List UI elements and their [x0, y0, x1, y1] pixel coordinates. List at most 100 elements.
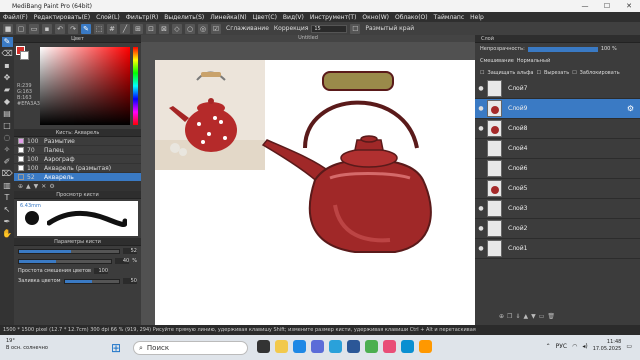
menu-help[interactable]: Help: [467, 14, 487, 21]
tray-overflow-icon[interactable]: ⌃: [546, 343, 551, 350]
minimize-button[interactable]: —: [574, 0, 596, 12]
move-down-icon[interactable]: ▼: [34, 183, 39, 190]
layer-row[interactable]: Слой5: [475, 179, 640, 199]
photos-icon[interactable]: [401, 340, 414, 353]
redo-icon[interactable]: ↷: [68, 23, 78, 34]
eraser-tool-icon[interactable]: ⌫: [2, 49, 13, 59]
menu-color[interactable]: Цвет(C): [250, 14, 280, 21]
lock-checkbox[interactable]: ☐: [572, 70, 576, 76]
text-tool-icon[interactable]: T: [2, 193, 13, 203]
layer-row[interactable]: ● Слой1: [475, 239, 640, 259]
layer-row[interactable]: ● Слой3: [475, 199, 640, 219]
brush-mode-icon[interactable]: ✎: [81, 23, 91, 34]
new-file-icon[interactable]: ▢: [16, 23, 26, 34]
visibility-eye-icon[interactable]: ●: [475, 105, 487, 112]
protect-alpha-checkbox[interactable]: ☐: [480, 70, 484, 76]
ruler-icon[interactable]: ╱: [120, 23, 130, 34]
brush-item[interactable]: 100 Размытие: [14, 137, 141, 146]
edge-browser-icon[interactable]: [293, 340, 306, 353]
correction-select[interactable]: 15: [311, 24, 348, 33]
select-mode-icon[interactable]: ⬚: [94, 23, 104, 34]
brush-size-value[interactable]: 52: [123, 248, 137, 254]
menu-view[interactable]: Вид(V): [280, 14, 307, 21]
menu-file[interactable]: Файл(F): [0, 14, 31, 21]
visibility-eye-icon[interactable]: ●: [475, 205, 487, 212]
undo-icon[interactable]: ↶: [55, 23, 65, 34]
menu-layer[interactable]: Слой(L): [93, 14, 123, 21]
layer-down-icon[interactable]: ▼: [531, 313, 536, 320]
divide-tool-icon[interactable]: ▥: [2, 181, 13, 191]
maximize-button[interactable]: ☐: [596, 0, 618, 12]
hand-tool-icon[interactable]: ✋: [2, 229, 13, 239]
layer-settings-gear-icon[interactable]: ⚙: [627, 104, 634, 113]
language-indicator[interactable]: РУС: [556, 343, 567, 350]
smoothing-check-icon[interactable]: ☑: [211, 23, 221, 34]
layer-up-icon[interactable]: ▲: [523, 313, 528, 320]
menu-timelapse[interactable]: Таймлапс: [431, 14, 468, 21]
brush-opacity-slider[interactable]: [18, 258, 113, 264]
menu-cloud[interactable]: Облако(O): [392, 14, 431, 21]
select-pen-icon[interactable]: ✐: [2, 157, 13, 167]
hue-slider[interactable]: [133, 47, 138, 125]
brush-item[interactable]: 100 Аэрограф: [14, 155, 141, 164]
menu-ruler[interactable]: Линейка(N): [207, 14, 249, 21]
notification-icon[interactable]: ▭: [626, 343, 632, 350]
bucket-tool-icon[interactable]: ◆: [2, 97, 13, 107]
grid-icon[interactable]: #: [107, 23, 117, 34]
media-player-icon[interactable]: [419, 340, 432, 353]
dot-tool-icon[interactable]: ▪: [2, 61, 13, 71]
circle-snap-icon[interactable]: ○: [185, 23, 195, 34]
menu-tool[interactable]: Инструмент(T): [307, 14, 360, 21]
fill-slider[interactable]: [63, 278, 120, 284]
brush-size-slider[interactable]: [18, 248, 120, 254]
layer-row[interactable]: ● Слой8: [475, 119, 640, 139]
curve-snap-icon[interactable]: ◎: [198, 23, 208, 34]
brush-item-selected[interactable]: 52 Акварель: [14, 173, 141, 182]
perspective-icon[interactable]: ◇: [172, 23, 182, 34]
symmetry-icon[interactable]: ⊞: [133, 23, 143, 34]
blend-select[interactable]: Нормальный: [517, 58, 550, 64]
layer-row[interactable]: Слой4: [475, 139, 640, 159]
brush-tool-icon[interactable]: ✎: [1, 37, 13, 47]
brush-item[interactable]: 70 Палец: [14, 146, 141, 155]
brush-settings-icon[interactable]: ⚙: [49, 183, 54, 190]
layer-row-selected[interactable]: ● Слой9 ⚙: [475, 99, 640, 119]
magic-wand-icon[interactable]: ✧: [2, 145, 13, 155]
visibility-eye-icon[interactable]: ●: [475, 245, 487, 252]
menu-window[interactable]: Окно(W): [359, 14, 392, 21]
fill-value[interactable]: 50: [123, 278, 137, 284]
layer-folder-icon[interactable]: ▭: [539, 313, 545, 320]
move-up-icon[interactable]: ▲: [26, 183, 31, 190]
merge-layer-icon[interactable]: ⇓: [515, 313, 520, 320]
operation-tool-icon[interactable]: ↖: [2, 205, 13, 215]
menu-edit[interactable]: Редактировать(E): [31, 14, 93, 21]
start-button-icon[interactable]: ⊞: [111, 341, 121, 355]
mixing-value[interactable]: 100: [94, 268, 108, 274]
gradient-tool-icon[interactable]: ▤: [2, 109, 13, 119]
menu-select[interactable]: Выделить(S): [161, 14, 207, 21]
save-icon[interactable]: ▪: [42, 23, 52, 34]
open-folder-icon[interactable]: ▭: [29, 23, 39, 34]
drawing-canvas[interactable]: [155, 60, 475, 325]
visibility-eye-icon[interactable]: ●: [475, 85, 487, 92]
close-button[interactable]: ✕: [618, 0, 640, 12]
blur-edge-check-icon[interactable]: ☐: [350, 23, 361, 34]
taskbar-search[interactable]: ⌕ Поиск: [133, 341, 248, 355]
layer-row[interactable]: Слой6: [475, 159, 640, 179]
chrome-icon[interactable]: [365, 340, 378, 353]
weather-widget[interactable]: 19° В осн. солнечно: [6, 338, 48, 352]
medibang-icon[interactable]: [383, 340, 396, 353]
task-view-icon[interactable]: [257, 340, 270, 353]
brush-color-icon[interactable]: ■: [3, 23, 13, 34]
menu-filter[interactable]: Фильтр(R): [123, 14, 162, 21]
file-explorer-icon[interactable]: [275, 340, 288, 353]
new-layer-icon[interactable]: ⊕: [499, 313, 504, 320]
visibility-eye-icon[interactable]: ●: [475, 225, 487, 232]
clip-checkbox[interactable]: ☐: [536, 70, 540, 76]
copy-layer-icon[interactable]: ❐: [507, 313, 512, 320]
shape-tool-icon[interactable]: □: [2, 121, 13, 131]
brush-item[interactable]: 100 Акварель (размытая): [14, 164, 141, 173]
telegram-icon[interactable]: [329, 340, 342, 353]
snap-off-icon[interactable]: ⊠: [159, 23, 169, 34]
wifi-icon[interactable]: ◠: [572, 343, 577, 350]
